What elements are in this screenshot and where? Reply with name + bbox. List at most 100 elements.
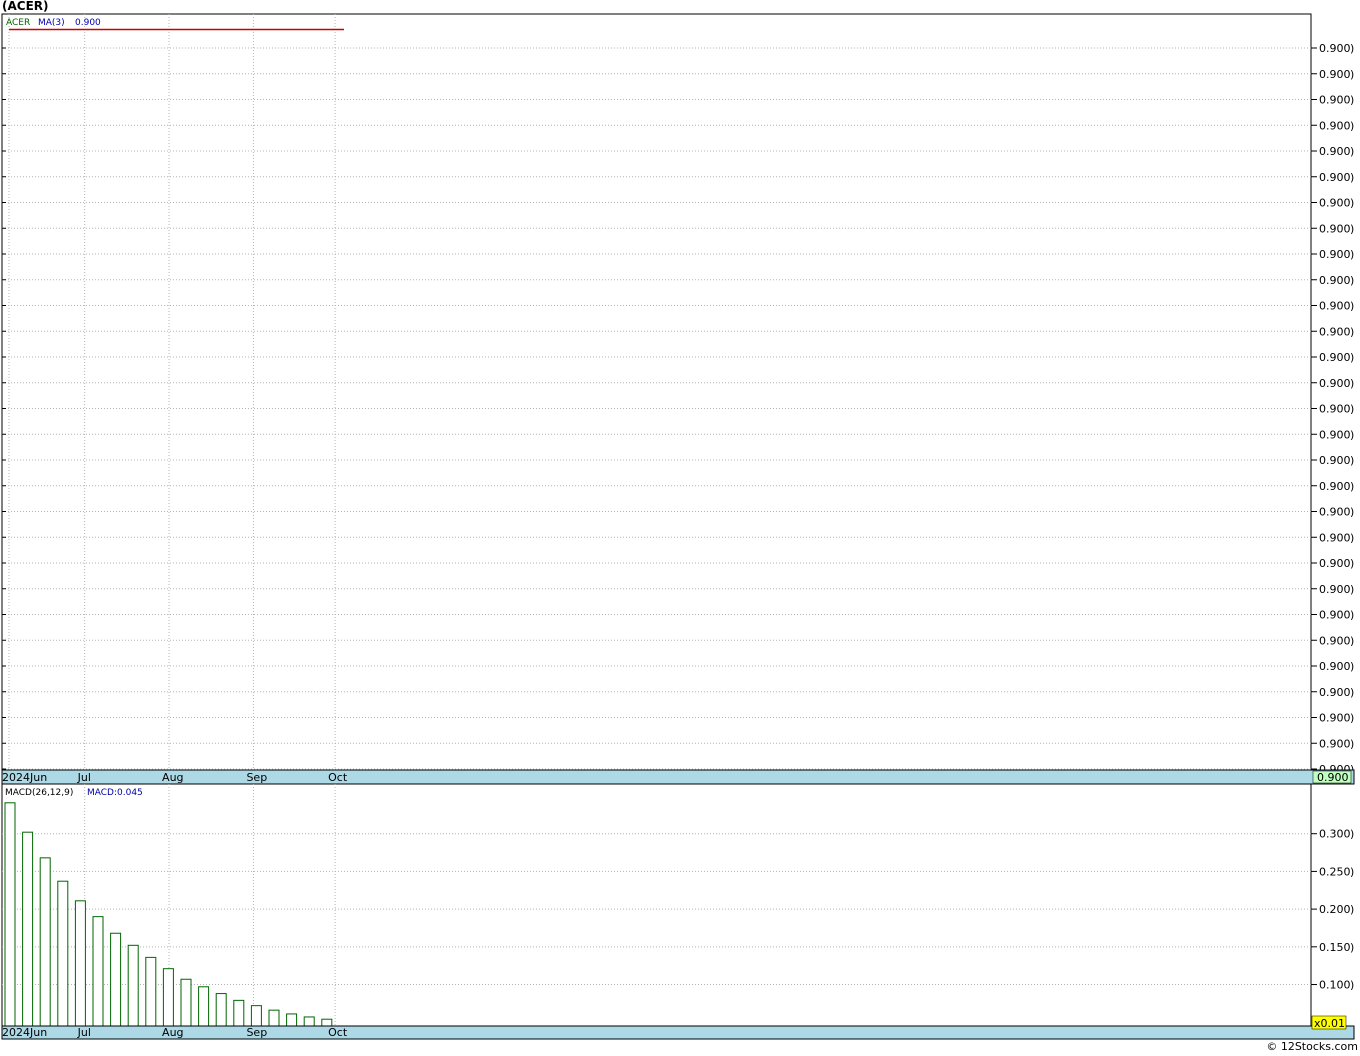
- macd-bar: [321, 1018, 333, 1027]
- macd-x-tick-label: 2024Jun: [2, 1026, 47, 1039]
- macd-bar: [127, 944, 139, 1027]
- price-y-tick-label: 0.900: [1319, 197, 1351, 210]
- macd-y-tick-bracket: ): [1350, 828, 1354, 841]
- macd-bar: [57, 880, 69, 1027]
- price-y-tick-bracket: ): [1350, 583, 1354, 596]
- price-y-tick-bracket: ): [1350, 609, 1354, 622]
- price-y-tick-bracket: ): [1350, 300, 1354, 313]
- price-y-tick-bracket: ): [1350, 712, 1354, 725]
- price-y-tick-label: 0.900: [1319, 403, 1351, 416]
- price-y-tick-label: 0.900: [1319, 737, 1351, 750]
- macd-bar: [303, 1016, 315, 1027]
- last-price-label: 0.900: [1317, 771, 1349, 784]
- macd-y-tick-label: 0.250: [1319, 865, 1351, 878]
- price-y-tick-label: 0.900: [1319, 145, 1351, 158]
- macd-x-tick-label: Jul: [77, 1026, 91, 1039]
- price-x-tick-label: Aug: [162, 771, 183, 784]
- price-y-tick-bracket: ): [1350, 403, 1354, 416]
- macd-bar: [162, 968, 174, 1027]
- price-y-tick-bracket: ): [1350, 325, 1354, 338]
- macd-y-tick-label: 0.200: [1319, 903, 1351, 916]
- price-legend-symbol: ACER: [6, 18, 30, 28]
- macd-bar: [286, 1013, 298, 1027]
- macd-bar: [180, 978, 192, 1027]
- price-y-tick-label: 0.900: [1319, 428, 1351, 441]
- macd-y-tick-label: 0.150: [1319, 941, 1351, 954]
- price-y-tick-label: 0.900: [1319, 377, 1351, 390]
- macd-y-tick-bracket: ): [1350, 941, 1354, 954]
- price-y-tick-label: 0.900: [1319, 634, 1351, 647]
- price-y-tick-bracket: ): [1350, 634, 1354, 647]
- macd-x-axis-band: [1, 1025, 1355, 1040]
- price-y-tick-label: 0.900: [1319, 300, 1351, 313]
- macd-y-tick-bracket: ): [1350, 979, 1354, 992]
- price-y-tick-bracket: ): [1350, 119, 1354, 132]
- price-y-tick-bracket: ): [1350, 737, 1354, 750]
- price-y-tick-bracket: ): [1350, 68, 1354, 81]
- price-y-tick-bracket: ): [1350, 428, 1354, 441]
- price-y-tick-label: 0.900: [1319, 531, 1351, 544]
- price-x-axis-band: [1, 769, 1355, 785]
- price-x-tick-label: Oct: [328, 771, 348, 784]
- macd-bar: [74, 900, 86, 1027]
- price-x-tick-label: Jul: [77, 771, 91, 784]
- price-x-tick-label: 2024Jun: [2, 771, 47, 784]
- price-y-tick-bracket: ): [1350, 377, 1354, 390]
- macd-y-tick-label: 0.100: [1319, 979, 1351, 992]
- macd-x-tick-label: Aug: [162, 1026, 183, 1039]
- price-y-tick-bracket: ): [1350, 171, 1354, 184]
- price-y-tick-label: 0.900: [1319, 325, 1351, 338]
- price-y-tick-label: 0.900: [1319, 480, 1351, 493]
- macd-bar: [110, 932, 122, 1027]
- macd-legend-label: MACD(26,12,9): [5, 788, 73, 798]
- macd-bar: [233, 999, 245, 1027]
- price-y-tick-label: 0.900: [1319, 609, 1351, 622]
- price-y-tick-label: 0.900: [1319, 712, 1351, 725]
- price-y-tick-label: 0.900: [1319, 119, 1351, 132]
- macd-legend-value: MACD:0.045: [87, 788, 143, 798]
- macd-x-tick-label: Oct: [328, 1026, 348, 1039]
- price-y-tick-bracket: ): [1350, 686, 1354, 699]
- price-y-tick-bracket: ): [1350, 94, 1354, 107]
- price-y-tick-label: 0.900: [1319, 42, 1351, 55]
- price-y-tick-label: 0.900: [1319, 274, 1351, 287]
- macd-bar: [22, 831, 34, 1027]
- macd-y-tick-label: 0.300: [1319, 828, 1351, 841]
- price-y-tick-bracket: ): [1350, 531, 1354, 544]
- price-x-tick-label: Sep: [246, 771, 267, 784]
- macd-bar: [268, 1009, 280, 1027]
- price-y-tick-bracket: ): [1350, 248, 1354, 261]
- copyright-text: © 12Stocks.com: [1266, 1040, 1358, 1053]
- macd-bar: [250, 1005, 262, 1027]
- price-y-tick-label: 0.900: [1319, 583, 1351, 596]
- macd-bar: [4, 802, 16, 1027]
- price-y-tick-bracket: ): [1350, 197, 1354, 210]
- price-y-tick-bracket: ): [1350, 42, 1354, 55]
- macd-bar: [39, 857, 51, 1027]
- macd-y-tick-bracket: ): [1350, 865, 1354, 878]
- chart-canvas: 0.900)0.900)0.900)0.900)0.900)0.900)0.90…: [1, 13, 1355, 1040]
- price-legend-ma-value: 0.900: [75, 18, 101, 28]
- price-y-tick-label: 0.900: [1319, 506, 1351, 519]
- price-y-tick-label: 0.900: [1319, 94, 1351, 107]
- price-legend-ma-label: MA(3): [38, 18, 65, 28]
- macd-bar: [145, 956, 157, 1027]
- macd-y-tick-bracket: ): [1350, 903, 1354, 916]
- price-y-tick-label: 0.900: [1319, 68, 1351, 81]
- price-y-tick-bracket: ): [1350, 222, 1354, 235]
- macd-bar: [215, 993, 227, 1027]
- price-y-tick-label: 0.900: [1319, 222, 1351, 235]
- price-y-tick-label: 0.900: [1319, 248, 1351, 261]
- price-y-tick-label: 0.900: [1319, 686, 1351, 699]
- price-y-tick-label: 0.900: [1319, 557, 1351, 570]
- price-y-tick-bracket: ): [1350, 557, 1354, 570]
- price-y-tick-label: 0.900: [1319, 171, 1351, 184]
- price-y-tick-bracket: ): [1350, 145, 1354, 158]
- price-y-tick-bracket: ): [1350, 351, 1354, 364]
- macd-x-tick-label: Sep: [246, 1026, 267, 1039]
- price-y-tick-label: 0.900: [1319, 454, 1351, 467]
- price-panel-frame: [1, 13, 1312, 771]
- price-y-tick-bracket: ): [1350, 274, 1354, 287]
- macd-bar: [92, 916, 104, 1027]
- price-y-tick-label: 0.900: [1319, 351, 1351, 364]
